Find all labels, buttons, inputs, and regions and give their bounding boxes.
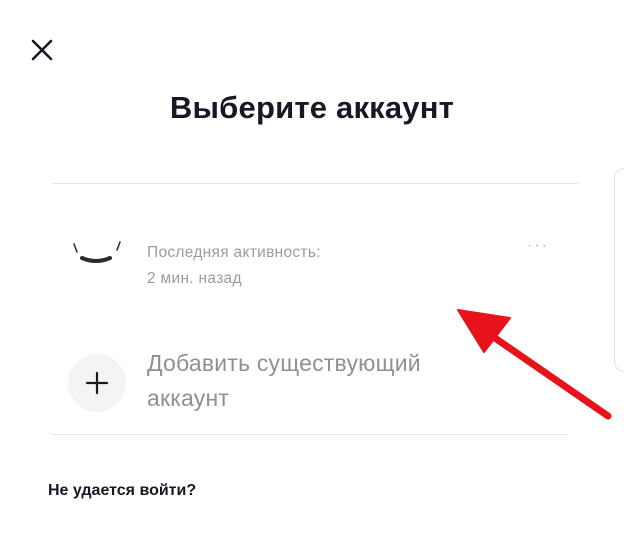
red-arrow-annotation [457, 309, 612, 420]
close-icon [31, 39, 53, 61]
account-activity: Последняя активность: 2 мин. назад [147, 240, 321, 292]
close-button[interactable] [28, 36, 56, 64]
more-options-button[interactable]: ··· [522, 238, 554, 254]
more-dots-icon: ··· [527, 237, 549, 254]
account-activity-time: 2 мин. назад [147, 270, 242, 287]
page-title: Выберите аккаунт [169, 90, 455, 125]
add-icon-container [68, 354, 126, 412]
divider-top [52, 183, 578, 184]
cant-login-link[interactable]: Не удается войти? [48, 482, 196, 500]
avatar [64, 236, 128, 272]
plus-icon [85, 371, 109, 395]
account-activity-label: Последняя активность: [147, 244, 321, 261]
